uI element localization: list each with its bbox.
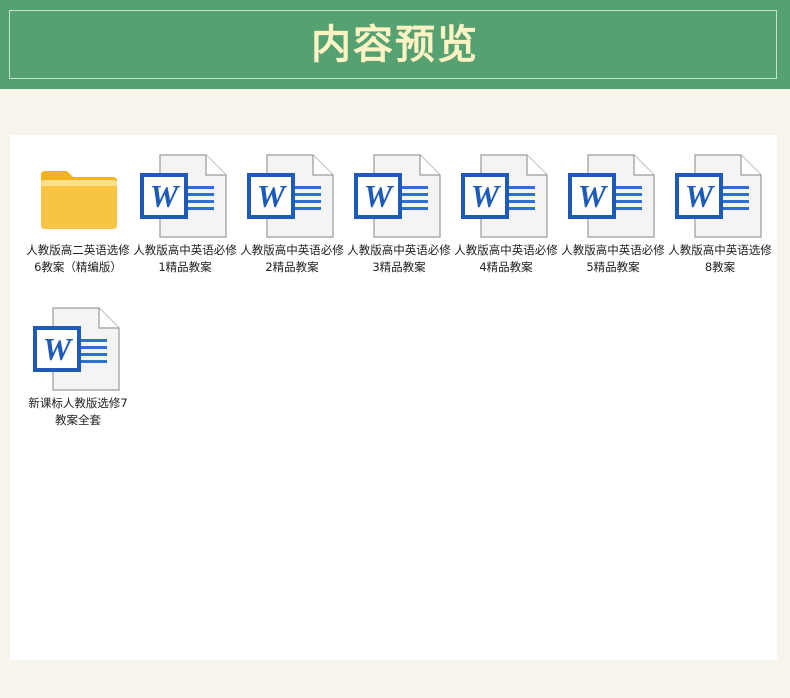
word-doc-icon: W [247, 154, 334, 238]
svg-text:W: W [364, 178, 395, 214]
file-item-doc[interactable]: W 新课标人教版选修7教案全套 [26, 306, 130, 429]
file-item-doc[interactable]: W 人教版高中英语必修2精品教案 [240, 153, 344, 276]
file-name: 人教版高中英语必修4精品教案 [454, 243, 558, 274]
svg-text:W: W [150, 178, 181, 214]
header-banner: 内容预览 [0, 0, 790, 89]
word-doc-icon: W [675, 154, 762, 238]
file-item-doc[interactable]: W 人教版高中英语必修3精品教案 [347, 153, 451, 276]
file-name: 人教版高中英语必修2精品教案 [240, 243, 344, 274]
file-item-doc[interactable]: W 人教版高中英语必修5精品教案 [561, 153, 665, 276]
file-name: 人教版高中英语必修3精品教案 [347, 243, 451, 274]
file-item-folder[interactable]: 人教版高二英语选修6教案（精编版） [26, 153, 130, 276]
file-item-doc[interactable]: W 人教版高中英语必修1精品教案 [133, 153, 237, 276]
page-title: 内容预览 [311, 21, 479, 68]
word-doc-icon: W [461, 154, 548, 238]
file-name: 人教版高中英语必修1精品教案 [133, 243, 237, 274]
word-doc-icon: W [354, 154, 441, 238]
svg-text:W: W [43, 331, 74, 367]
file-item-doc[interactable]: W 人教版高中英语选修8教案 [668, 153, 772, 276]
file-item-doc[interactable]: W 人教版高中英语必修4精品教案 [454, 153, 558, 276]
svg-text:W: W [578, 178, 609, 214]
file-preview-panel: 人教版高二英语选修6教案（精编版） W 人教版高中英语必修1精品教案 W 人教版… [10, 135, 777, 660]
file-name: 人教版高中英语必修5精品教案 [561, 243, 665, 274]
svg-text:W: W [685, 178, 716, 214]
file-name: 新课标人教版选修7教案全套 [28, 396, 128, 427]
word-doc-icon: W [568, 154, 655, 238]
file-name: 人教版高二英语选修6教案（精编版） [26, 243, 130, 274]
file-name: 人教版高中英语选修8教案 [668, 243, 772, 274]
word-doc-icon: W [33, 307, 120, 391]
svg-text:W: W [471, 178, 502, 214]
folder-icon [41, 171, 117, 229]
svg-text:W: W [257, 178, 288, 214]
word-doc-icon: W [140, 154, 227, 238]
